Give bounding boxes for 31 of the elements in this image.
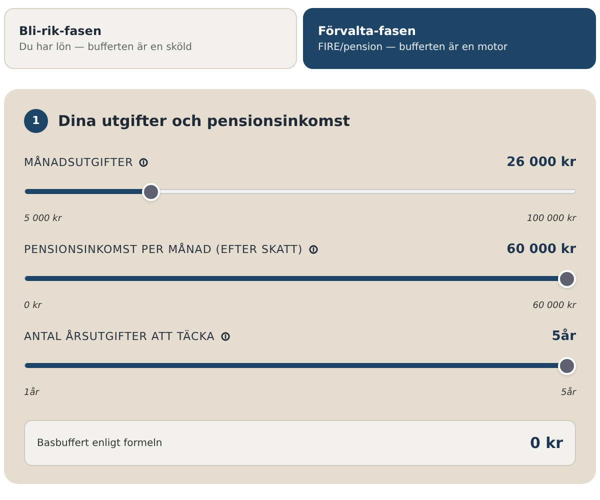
phase-title: Förvalta-fasen [318,24,417,36]
slider-label: ANTAL ÅRSUTGIFTER ATT TÄCKA [24,328,215,344]
section-title: Dina utgifter och pensionsinkomst [58,110,350,132]
slider-label: PENSIONSINKOMST PER MÅNAD (EFTER SKATT) [24,242,303,258]
info-icon[interactable] [220,332,230,342]
slider-value: 26 000 kr [506,154,576,172]
slider-max: 100 000 kr [527,212,576,226]
slider-min: 0 kr [24,300,42,312]
info-icon[interactable] [308,245,318,254]
slider[interactable] [24,270,576,288]
slider-min: 1år [24,386,39,400]
result-label: Basbuffert enligt formeln [37,436,162,450]
info-icon[interactable] [139,158,148,168]
slider-max: 60 000 kr [532,300,576,312]
phase-subtitle: Du har lön — bufferten är en sköld [19,42,193,52]
slider-thumb[interactable] [142,182,160,200]
result-value: 0 kr [530,432,563,454]
slider-thumb[interactable] [558,356,576,374]
phase-subtitle: FIRE/pension — bufferten är en motor [318,42,509,52]
slider-min: 5 000 kr [24,212,62,226]
slider-max: 5år [561,386,576,400]
phase-tab[interactable]: Förvalta-fasen FIRE/pension — bufferten är en motor [303,8,596,69]
slider-thumb[interactable] [558,270,576,288]
slider[interactable] [24,182,576,200]
phase-tab[interactable]: Bli-rik-fasen Du har lön — bufferten är en sköld [4,8,297,69]
step-badge: 1 [24,109,48,133]
slider[interactable] [24,356,576,374]
slider-value: 60 000 kr [506,241,576,259]
phase-title: Bli-rik-fasen [19,24,102,36]
slider-value: 5år [552,328,576,346]
slider-label: MÅNADSUTGIFTER [24,154,134,170]
